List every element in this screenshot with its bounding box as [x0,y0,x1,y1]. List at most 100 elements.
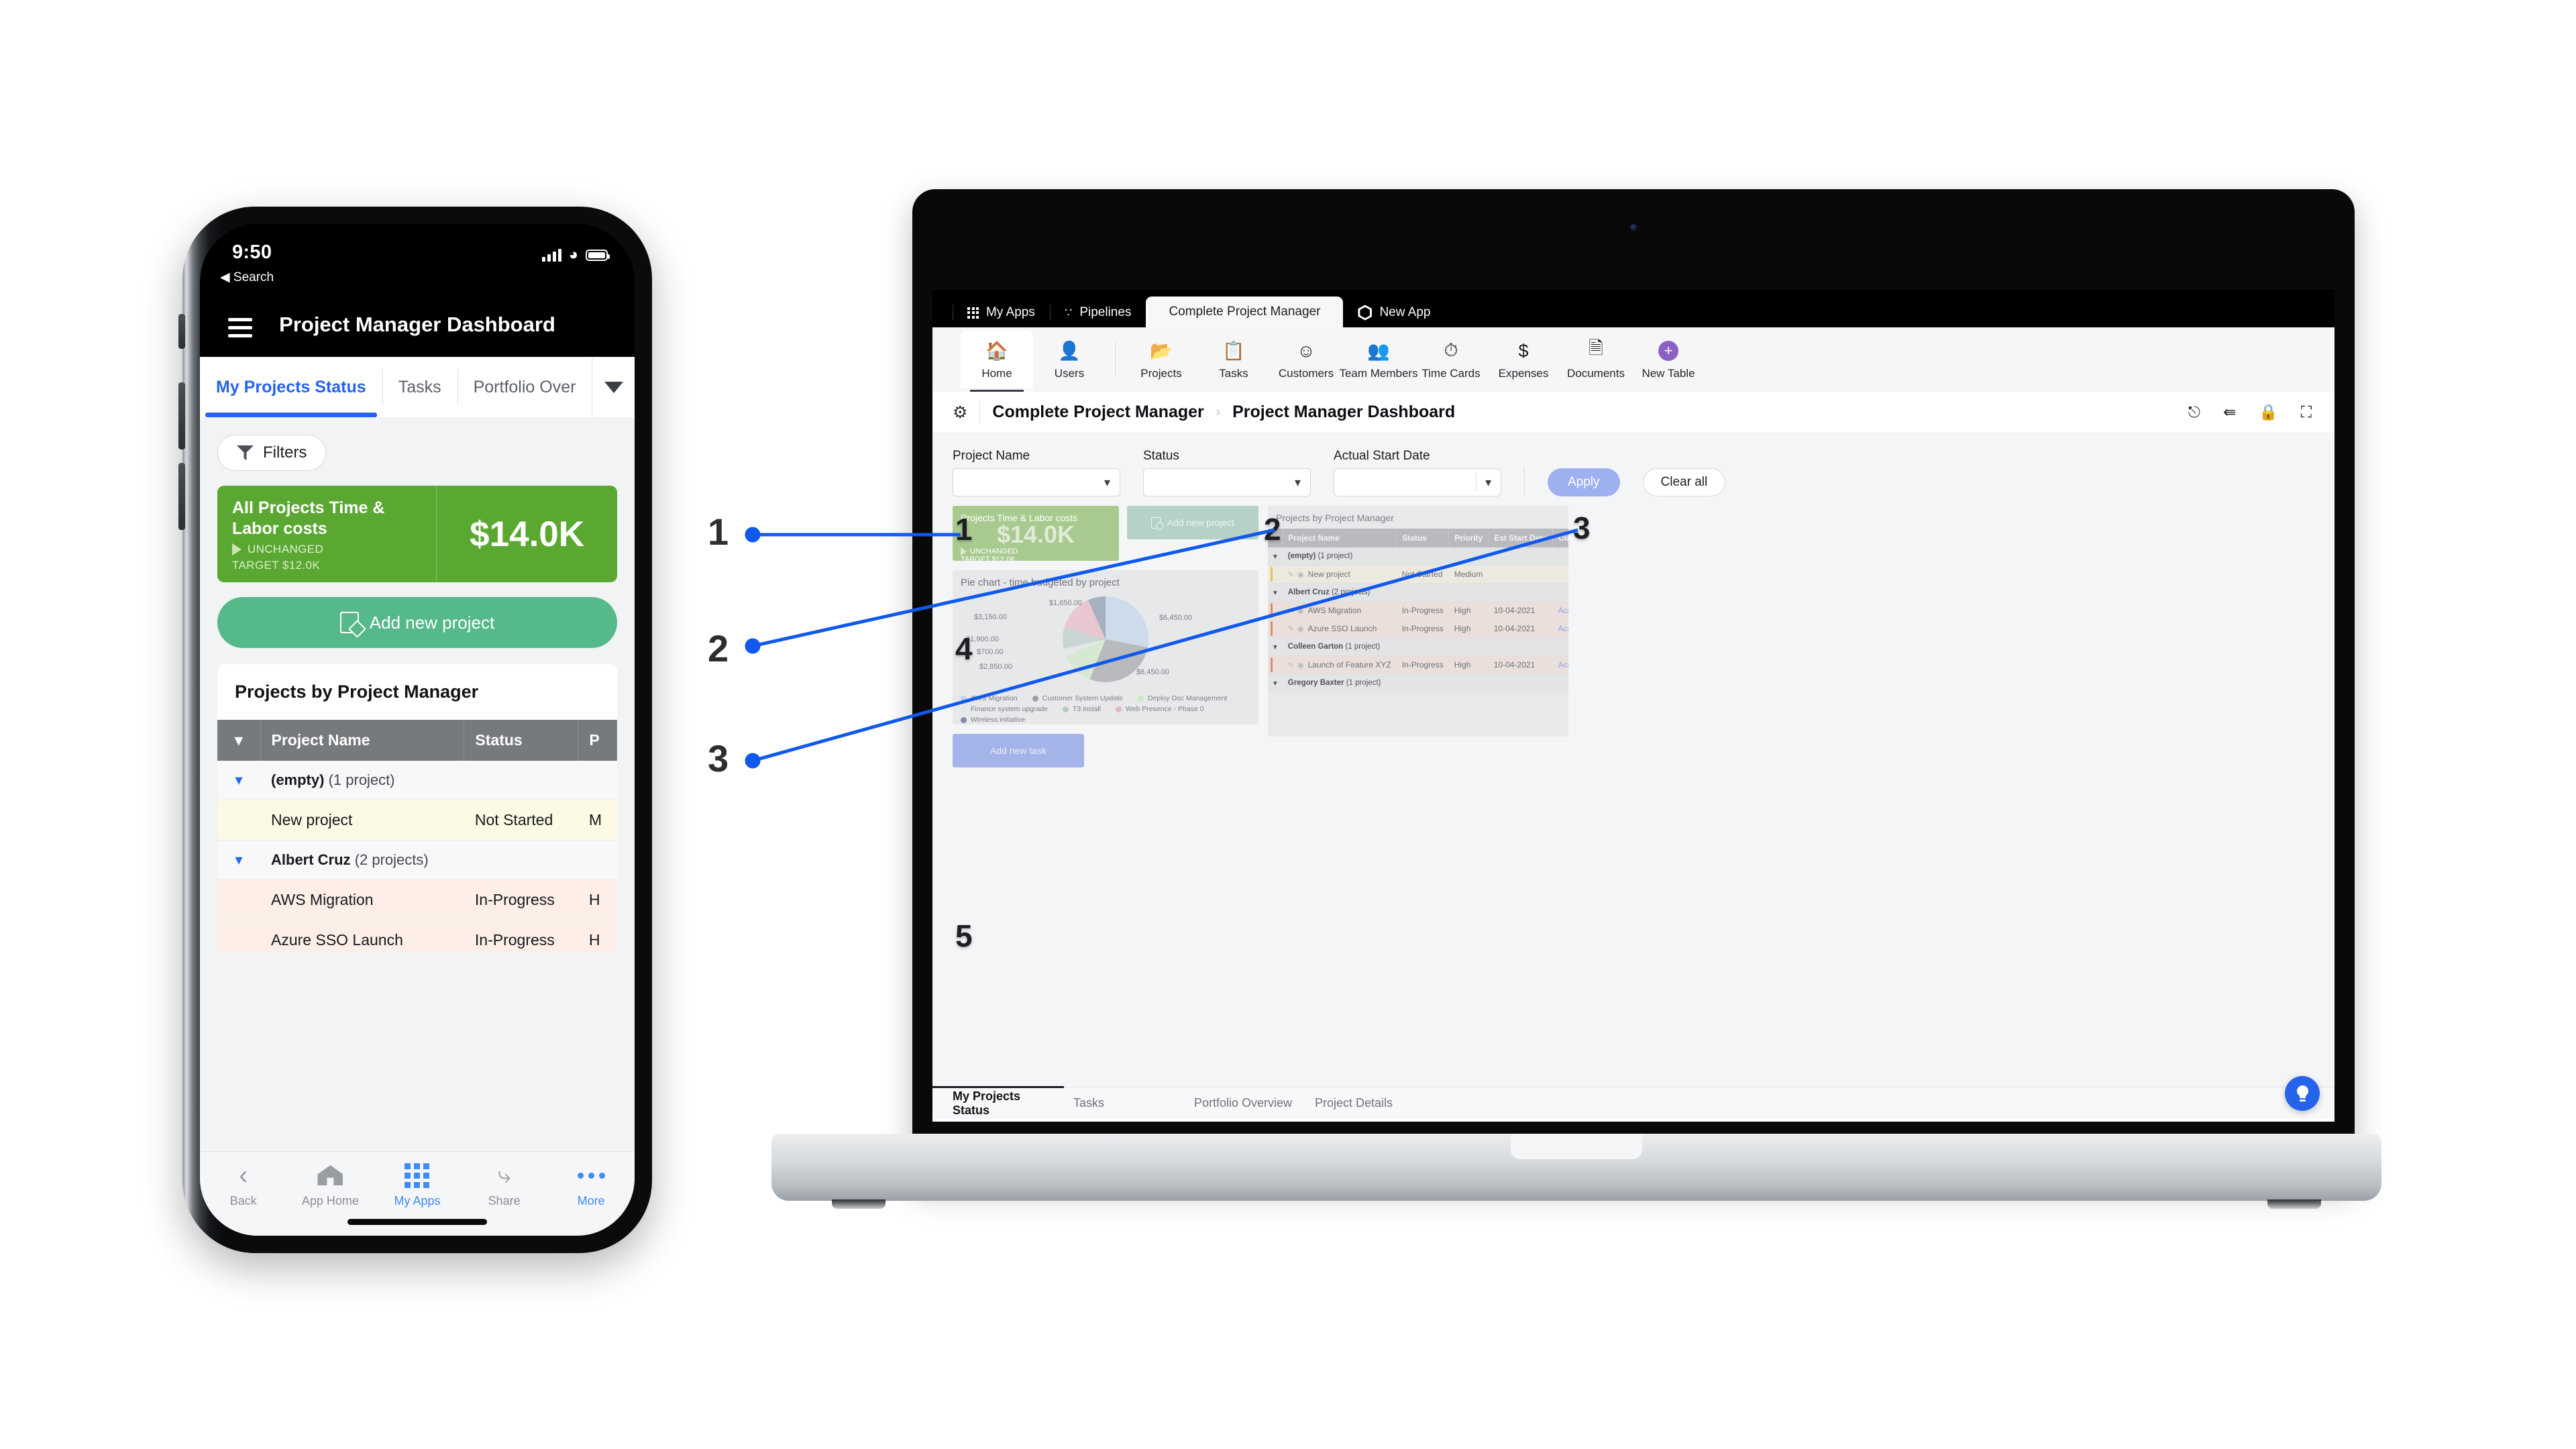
module-documents[interactable]: 🗎 Documents [1560,331,1632,388]
view-icon[interactable]: ◉ [1297,661,1304,669]
edit-icon[interactable]: ✎ [1288,625,1294,633]
phone-mute-switch[interactable] [178,314,185,349]
row-action-icons[interactable]: ✎ ◉ [1288,606,1304,615]
column-project-name[interactable]: Project Name [1282,529,1397,547]
nav-back[interactable]: ‹ Back [200,1161,287,1208]
module-tasks[interactable]: 📋 Tasks [1197,331,1270,388]
tab-my-projects-status[interactable]: My Projects Status [200,357,382,417]
table-group-row[interactable]: ▾ (empty) (1 project) [217,761,617,800]
group-toggle[interactable]: ▾ [217,761,260,800]
legend-item-deploy-doc-management[interactable]: Deploy Doc Management [1137,694,1227,702]
table-row[interactable]: Azure SSO Launch In-Progress H [217,920,617,953]
cell-project-name[interactable]: AWS Migration [260,879,464,920]
nav-app-home[interactable]: App Home [287,1161,374,1208]
cell-project-name[interactable]: New project [260,800,464,841]
edit-icon[interactable]: ✎ [1288,570,1294,579]
cell-customer-name[interactable] [1552,565,1568,584]
tab-tasks[interactable]: Tasks [1073,1096,1194,1110]
table-row[interactable]: ✎ ◉ AWS Migration In-Progress High 10-04-2… [1268,601,1568,620]
table-group-row[interactable]: ▾ Colleen Garton (1 project) [1268,637,1568,656]
module-projects[interactable]: 📂 Projects [1125,331,1197,388]
column-est-start-date[interactable]: Est Start Date [1488,529,1553,547]
column-priority[interactable]: Priority [1448,529,1489,547]
add-new-project-button[interactable]: Add new project [1127,506,1258,539]
table-row[interactable]: AWS Migration In-Progress H [217,879,617,920]
browser-tab-pipelines[interactable]: ∵ Pipelines [1049,298,1146,327]
edit-icon[interactable]: ✎ [1288,661,1294,669]
browser-tab-complete-project-manager[interactable]: Complete Project Manager [1146,297,1344,327]
cell-customer-name[interactable]: Acme Staple Compan [1552,601,1568,620]
legend-item-t3-install[interactable]: T3 install [1062,705,1101,713]
module-home[interactable]: 🏠 Home [961,331,1033,392]
gear-icon[interactable]: ⚙ [953,402,967,423]
cell-customer-name[interactable]: Acme Staple Compan [1552,619,1568,638]
group-toggle[interactable]: ▾ [1268,583,1283,602]
browser-tab-new-app[interactable]: New App [1343,298,1445,327]
expand-all-header[interactable]: ▾ [217,720,261,761]
kpi-card-time-labor-costs[interactable]: Projects Time & Labor costs $14.0K UNCHA… [953,506,1119,561]
home-indicator[interactable] [347,1219,487,1225]
pie-chart[interactable] [1063,596,1148,682]
cell-project-name[interactable]: ✎ ◉ Launch of Feature XYZ [1282,655,1397,674]
column-status[interactable]: Status [1396,529,1450,547]
kpi-card-time-labor-costs[interactable]: All Projects Time & Labor costs UNCHANGE… [217,486,617,582]
column-priority[interactable]: P [578,720,617,761]
row-action-icons[interactable]: ✎ ◉ [1288,661,1304,669]
legend-item-web-presence-phase-0[interactable]: Web Presence - Phase 0 [1116,705,1204,713]
edit-icon[interactable]: ✎ [1288,606,1294,615]
status-select[interactable]: ▾ [1143,468,1311,496]
present-icon[interactable]: ⎋ [2188,403,2200,421]
breadcrumb-app[interactable]: Complete Project Manager [992,402,1203,422]
filters-button[interactable]: Filters [217,435,327,471]
legend-item-aws-migration[interactable]: AWS Migration [961,694,1018,702]
group-toggle[interactable]: ▾ [217,840,260,880]
group-toggle[interactable]: ▾ [1268,637,1283,656]
phone-volume-down-button[interactable] [178,463,185,530]
table-row[interactable]: ✎ ◉ Launch of Feature XYZ In-Progress High… [1268,655,1568,674]
table-group-row[interactable]: ▾ Albert Cruz (2 projects) [217,840,617,880]
table-row[interactable]: ✎ ◉ Azure SSO Launch In-Progress High 10-0… [1268,619,1568,638]
group-toggle[interactable]: ▾ [1268,674,1283,692]
add-new-project-button[interactable]: Add new project [217,597,617,648]
project-name-select[interactable]: ▾ [953,468,1120,496]
tab-tasks[interactable]: Tasks [382,357,458,417]
cell-project-name[interactable]: Azure SSO Launch [260,920,464,953]
nav-more[interactable]: More [547,1161,635,1208]
module-expenses[interactable]: $ Expenses [1487,331,1560,388]
module-team-members[interactable]: 👥 Team Members [1339,331,1417,388]
legend-item-customer-system-update[interactable]: Customer System Update [1032,694,1123,702]
module-customers[interactable]: ☺ Customers [1270,331,1342,388]
row-action-icons[interactable]: ✎ ◉ [1288,570,1304,579]
view-icon[interactable]: ◉ [1297,625,1304,633]
help-fab-button[interactable] [2285,1076,2320,1111]
lock-icon[interactable]: 🔒 [2259,403,2278,421]
tab-overflow-button[interactable] [592,357,635,417]
legend-item-wireless-initiative[interactable]: Wireless initiative [961,716,1025,724]
tab-portfolio-overview[interactable]: Portfolio Over [457,357,592,417]
column-project-name[interactable]: Project Name [260,720,465,761]
module-users[interactable]: 👤 Users [1033,331,1106,388]
browser-tab-my-apps[interactable]: My Apps [953,298,1050,327]
expand-icon[interactable]: ⛶ [2301,403,2312,421]
table-group-row[interactable]: ▾ (empty) (1 project) [1268,547,1568,566]
table-row[interactable]: New project Not Started M [217,800,617,841]
apply-button[interactable]: Apply [1548,468,1620,496]
actual-start-date-select[interactable]: ▾ [1334,468,1501,496]
nav-share[interactable]: ⤷ Share [461,1161,548,1208]
module-new-table[interactable]: + New Table [1632,331,1705,388]
table-row[interactable]: ✎ ◉ New project Not Started Medium [1268,565,1568,584]
phone-volume-up-button[interactable] [178,382,185,449]
cell-project-name[interactable]: ✎ ◉ Azure SSO Launch [1282,619,1397,638]
column-status[interactable]: Status [464,720,579,761]
tab-portfolio-overview[interactable]: Portfolio Overview [1194,1096,1315,1110]
table-group-row[interactable]: ▾ Albert Cruz (2 projects) [1268,583,1568,602]
row-action-icons[interactable]: ✎ ◉ [1288,625,1304,633]
cell-project-name[interactable]: ✎ ◉ New project [1282,565,1397,584]
tab-my-projects-status[interactable]: My Projects Status [953,1089,1073,1118]
view-icon[interactable]: ◉ [1297,606,1304,615]
nav-my-apps[interactable]: My Apps [374,1161,461,1208]
cell-customer-name[interactable]: Acme Staple Compan [1552,655,1568,674]
column-customer-name[interactable]: Customer Name [1552,529,1568,547]
group-toggle[interactable]: ▾ [1268,547,1283,566]
table-group-row[interactable]: ▾ Gregory Baxter (1 project) [1268,674,1568,692]
